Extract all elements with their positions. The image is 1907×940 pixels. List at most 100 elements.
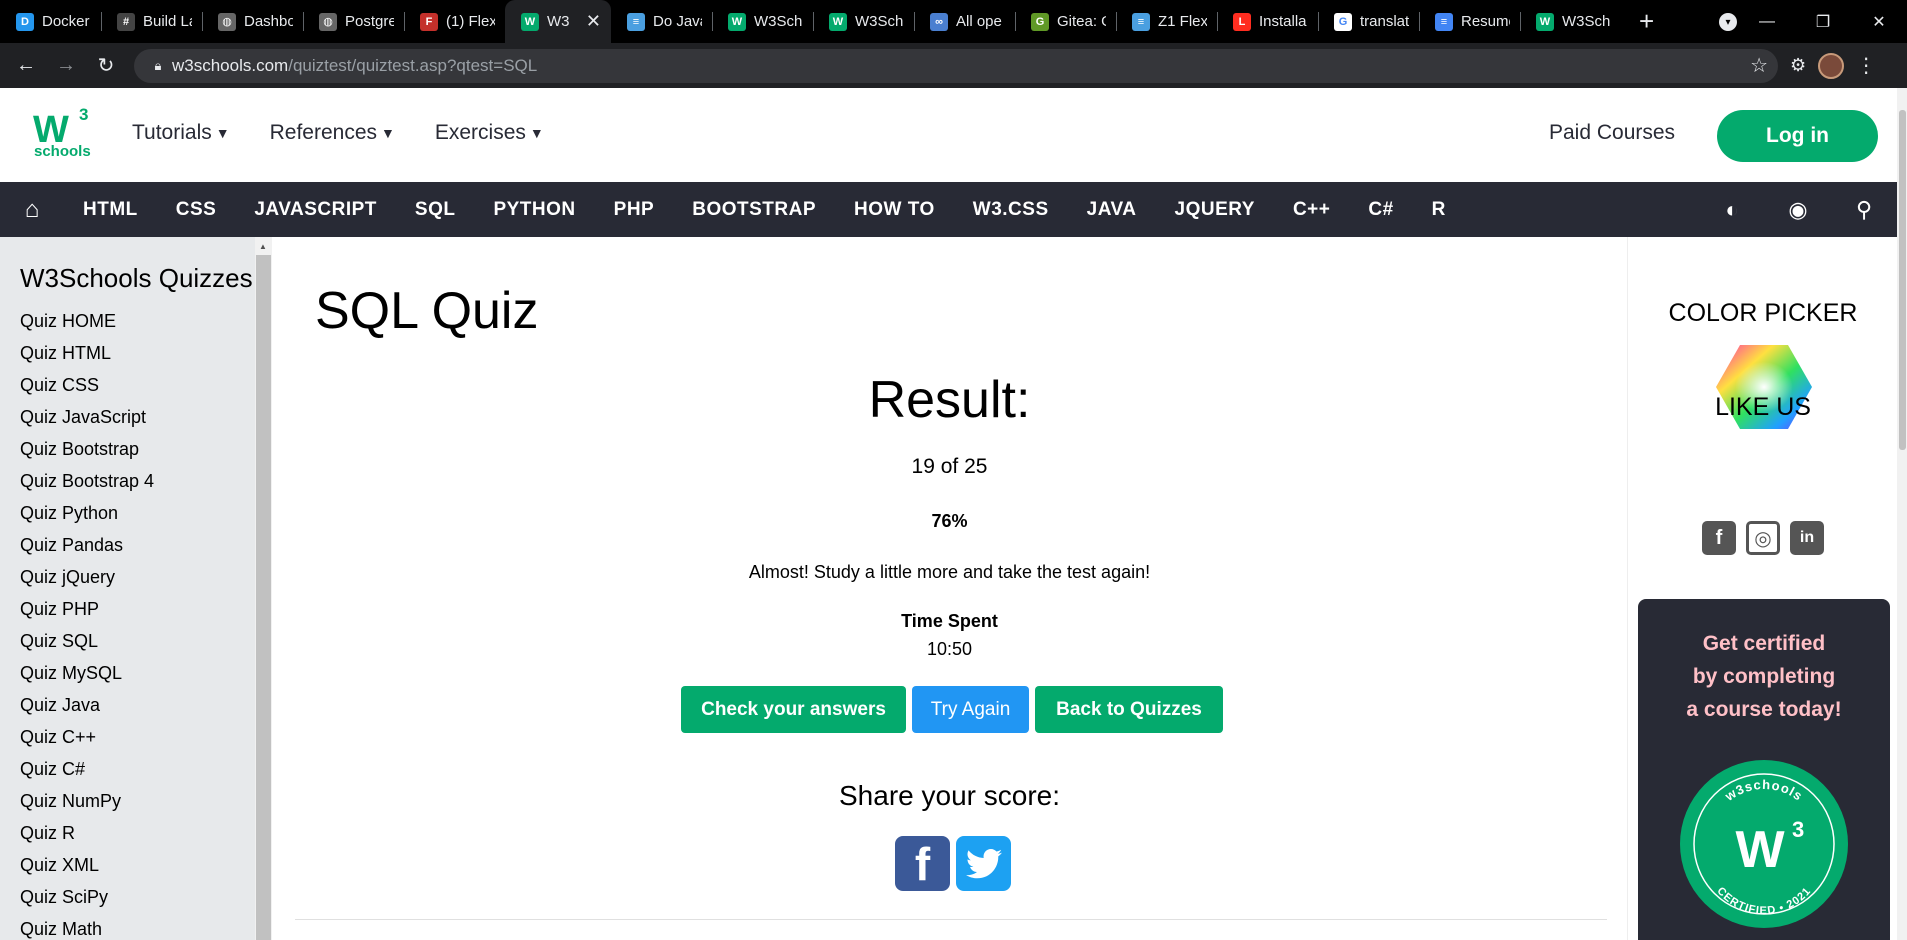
try-again-button[interactable]: Try Again	[912, 686, 1029, 733]
back-arrow-icon[interactable]: ←	[6, 54, 46, 77]
browser-tab[interactable]: W W3Scho	[813, 0, 914, 43]
badge-superscript: 3	[1792, 817, 1804, 842]
sidebar-quiz-link[interactable]: Quiz Pandas	[20, 529, 154, 561]
forward-arrow-icon[interactable]: →	[46, 54, 86, 77]
menu-tutorials[interactable]: Tutorials ▼	[132, 121, 230, 145]
sidebar-quiz-link[interactable]: Quiz CSS	[20, 369, 154, 401]
tab-search-icon[interactable]: ▾	[1719, 13, 1737, 31]
facebook-share-icon[interactable]: f	[895, 836, 950, 891]
browser-menu-icon[interactable]: ⋮	[1856, 53, 1876, 78]
sidebar-quiz-link[interactable]: Quiz Math	[20, 913, 154, 940]
sidebar-quiz-link[interactable]: Quiz C++	[20, 721, 154, 753]
paid-courses-link[interactable]: Paid Courses	[1549, 121, 1675, 145]
sidebar-quiz-link[interactable]: Quiz MySQL	[20, 657, 154, 689]
instagram-icon[interactable]: ◎	[1746, 521, 1780, 555]
browser-tab[interactable]: L Installa	[1217, 0, 1318, 43]
browser-tab[interactable]: F (1) Flex	[404, 0, 505, 43]
browser-tab[interactable]: # Build La	[101, 0, 202, 43]
w3schools-logo[interactable]: W 3 schools	[33, 105, 95, 165]
topic-link[interactable]: HOW TO	[854, 199, 935, 221]
close-window-icon[interactable]: ✕	[1851, 12, 1907, 32]
sidebar-quiz-link[interactable]: Quiz Bootstrap 4	[20, 465, 154, 497]
address-bar[interactable]: 🔒︎ w3schools.com/quiztest/quiztest.asp?q…	[134, 48, 1778, 83]
browser-tab[interactable]: W W3Scho	[1520, 0, 1621, 43]
tab-favicon-icon: G	[1334, 12, 1352, 31]
menu-references[interactable]: References ▼	[270, 121, 395, 145]
topic-link[interactable]: BOOTSTRAP	[692, 199, 816, 221]
extensions-puzzle-icon[interactable]: ⚙	[1790, 55, 1806, 76]
tab-close-icon[interactable]: ✕	[586, 11, 601, 32]
sidebar-quiz-link[interactable]: Quiz JavaScript	[20, 401, 154, 433]
topic-link[interactable]: JAVA	[1087, 199, 1137, 221]
dark-mode-icon[interactable]: ◐	[1699, 197, 1765, 223]
like-us-heading: LIKE US	[1715, 393, 1811, 421]
browser-tab[interactable]: ≡ Do Java	[611, 0, 712, 43]
certification-promo[interactable]: Get certified by completing a course tod…	[1638, 599, 1890, 940]
browser-tab[interactable]: G Gitea: G	[1015, 0, 1116, 43]
browser-tab[interactable]: ◍ Dashbo	[202, 0, 303, 43]
sidebar-quiz-link[interactable]: Quiz jQuery	[20, 561, 154, 593]
result-heading: Result:	[868, 371, 1031, 429]
lock-icon: 🔒︎	[154, 57, 162, 73]
sidebar-quiz-link[interactable]: Quiz Python	[20, 497, 154, 529]
topic-link[interactable]: HTML	[83, 199, 138, 221]
login-button[interactable]: Log in	[1717, 110, 1878, 162]
browser-tab[interactable]: W W3 ✕	[505, 0, 611, 43]
sidebar-quiz-link[interactable]: Quiz SciPy	[20, 881, 154, 913]
home-icon[interactable]: ⌂	[0, 196, 64, 224]
social-icons: f ◎ in	[1702, 521, 1824, 555]
url-path: /quiztest/quiztest.asp?qtest=SQL	[288, 55, 538, 75]
topic-link[interactable]: SQL	[415, 199, 456, 221]
browser-tab[interactable]: W W3Scho	[712, 0, 813, 43]
topic-link[interactable]: C++	[1293, 199, 1330, 221]
sidebar-quiz-link[interactable]: Quiz HTML	[20, 337, 154, 369]
topic-link[interactable]: PHP	[614, 199, 655, 221]
sidebar-quiz-link[interactable]: Quiz R	[20, 817, 154, 849]
bookmark-star-icon[interactable]: ☆	[1750, 53, 1768, 78]
tab-title: Docker	[42, 13, 90, 30]
minimize-icon[interactable]: —	[1739, 13, 1795, 31]
back-to-quizzes-button[interactable]: Back to Quizzes	[1035, 686, 1223, 733]
divider-line	[295, 919, 1607, 920]
scroll-up-arrow-icon[interactable]: ▲	[259, 242, 267, 251]
tab-title: Postgre	[345, 13, 394, 30]
topic-link[interactable]: W3.CSS	[973, 199, 1049, 221]
topic-link[interactable]: JAVASCRIPT	[254, 199, 377, 221]
check-answers-button[interactable]: Check your answers	[681, 686, 906, 733]
search-icon[interactable]: ⚲	[1831, 197, 1897, 223]
sidebar-quiz-link[interactable]: Quiz Bootstrap	[20, 433, 154, 465]
sidebar-quiz-link[interactable]: Quiz C#	[20, 753, 154, 785]
facebook-icon[interactable]: f	[1702, 521, 1736, 555]
sidebar-quiz-link[interactable]: Quiz NumPy	[20, 785, 154, 817]
browser-tab[interactable]: Gtranslat	[1318, 0, 1419, 43]
restore-icon[interactable]: ❐	[1795, 12, 1851, 32]
sidebar-quiz-link[interactable]: Quiz HOME	[20, 305, 154, 337]
new-tab-plus-icon[interactable]: +	[1639, 6, 1654, 37]
topic-link[interactable]: JQUERY	[1175, 199, 1255, 221]
browser-tab[interactable]: ∞ All ope	[914, 0, 1015, 43]
linkedin-icon[interactable]: in	[1790, 521, 1824, 555]
menu-exercises[interactable]: Exercises ▼	[435, 121, 544, 145]
page-scroll-thumb[interactable]	[1899, 110, 1906, 450]
profile-avatar[interactable]	[1818, 52, 1845, 79]
topic-link[interactable]: CSS	[176, 199, 217, 221]
reload-icon[interactable]: ↻	[86, 53, 126, 78]
sidebar-quiz-link[interactable]: Quiz PHP	[20, 593, 154, 625]
globe-icon[interactable]: ◉	[1765, 197, 1831, 223]
topic-link[interactable]: PYTHON	[493, 199, 575, 221]
browser-tab[interactable]: D Docker	[0, 0, 101, 43]
sidebar-quiz-link[interactable]: Quiz XML	[20, 849, 154, 881]
twitter-share-icon[interactable]	[956, 836, 1011, 891]
tab-title: (1) Flex	[446, 13, 495, 30]
topic-link[interactable]: C#	[1368, 199, 1393, 221]
browser-tab[interactable]: ≡ Resume	[1419, 0, 1520, 43]
topic-link[interactable]: R	[1432, 199, 1446, 221]
sidebar-quiz-link[interactable]: Quiz Java	[20, 689, 154, 721]
certified-badge: w3schools CERTIFIED • 2021 W 3	[1679, 759, 1849, 934]
browser-tab[interactable]: ≡ Z1 Flex	[1116, 0, 1217, 43]
tab-title: W3Scho	[855, 13, 904, 30]
sidebar-quiz-link[interactable]: Quiz SQL	[20, 625, 154, 657]
tab-title: W3Scho	[1562, 13, 1611, 30]
sidebar-scroll-thumb[interactable]	[256, 255, 271, 940]
browser-tab[interactable]: ◍ Postgre	[303, 0, 404, 43]
